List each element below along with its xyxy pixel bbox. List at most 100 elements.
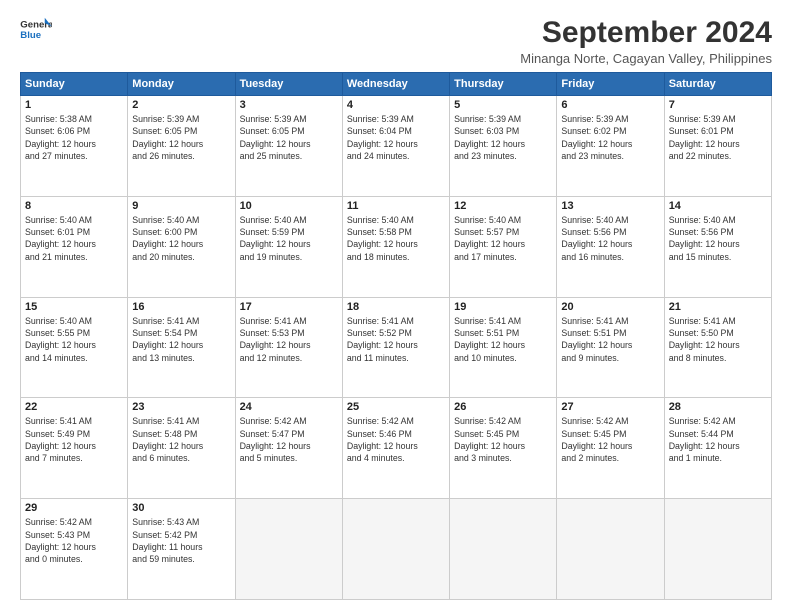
table-row: 19 Sunrise: 5:41 AMSunset: 5:51 PMDayligh… [450, 297, 557, 398]
day-number: 30 [132, 502, 230, 514]
table-row: 17 Sunrise: 5:41 AMSunset: 5:53 PMDayligh… [235, 297, 342, 398]
day-number: 6 [561, 99, 659, 111]
day-number: 17 [240, 301, 338, 313]
table-row [235, 499, 342, 600]
col-sunday: Sunday [21, 73, 128, 96]
table-row: 24 Sunrise: 5:42 AMSunset: 5:47 PMDayligh… [235, 398, 342, 499]
day-info: Sunrise: 5:39 AMSunset: 6:01 PMDaylight:… [669, 113, 767, 162]
table-row: 3 Sunrise: 5:39 AMSunset: 6:05 PMDaylight… [235, 96, 342, 197]
table-row: 1 Sunrise: 5:38 AMSunset: 6:06 PMDaylight… [21, 96, 128, 197]
day-info: Sunrise: 5:41 AMSunset: 5:53 PMDaylight:… [240, 315, 338, 364]
day-info: Sunrise: 5:42 AMSunset: 5:43 PMDaylight:… [25, 516, 123, 565]
day-number: 19 [454, 301, 552, 313]
day-number: 22 [25, 401, 123, 413]
table-row: 16 Sunrise: 5:41 AMSunset: 5:54 PMDayligh… [128, 297, 235, 398]
table-row: 8 Sunrise: 5:40 AMSunset: 6:01 PMDaylight… [21, 196, 128, 297]
table-row: 28 Sunrise: 5:42 AMSunset: 5:44 PMDayligh… [664, 398, 771, 499]
day-number: 3 [240, 99, 338, 111]
title-block: September 2024 Minanga Norte, Cagayan Va… [520, 16, 772, 66]
day-info: Sunrise: 5:43 AMSunset: 5:42 PMDaylight:… [132, 516, 230, 565]
day-number: 2 [132, 99, 230, 111]
table-row: 7 Sunrise: 5:39 AMSunset: 6:01 PMDaylight… [664, 96, 771, 197]
col-tuesday: Tuesday [235, 73, 342, 96]
table-row: 14 Sunrise: 5:40 AMSunset: 5:56 PMDayligh… [664, 196, 771, 297]
table-row: 4 Sunrise: 5:39 AMSunset: 6:04 PMDaylight… [342, 96, 449, 197]
table-row [557, 499, 664, 600]
day-info: Sunrise: 5:39 AMSunset: 6:04 PMDaylight:… [347, 113, 445, 162]
col-wednesday: Wednesday [342, 73, 449, 96]
day-info: Sunrise: 5:39 AMSunset: 6:05 PMDaylight:… [132, 113, 230, 162]
day-number: 7 [669, 99, 767, 111]
table-row: 13Sunrise: 5:40 AMSunset: 5:56 PMDayligh… [557, 196, 664, 297]
table-row [450, 499, 557, 600]
day-number: 11 [347, 200, 445, 212]
col-monday: Monday [128, 73, 235, 96]
day-info: Sunrise: 5:42 AMSunset: 5:44 PMDaylight:… [669, 415, 767, 464]
day-number: 10 [240, 200, 338, 212]
day-info: Sunrise: 5:41 AMSunset: 5:51 PMDaylight:… [454, 315, 552, 364]
table-row: 15 Sunrise: 5:40 AMSunset: 5:55 PMDayligh… [21, 297, 128, 398]
calendar-header-row: Sunday Monday Tuesday Wednesday Thursday… [21, 73, 772, 96]
col-thursday: Thursday [450, 73, 557, 96]
day-info: Sunrise: 5:42 AMSunset: 5:47 PMDaylight:… [240, 415, 338, 464]
table-row: 6Sunrise: 5:39 AMSunset: 6:02 PMDaylight… [557, 96, 664, 197]
day-info: Sunrise: 5:40 AMSunset: 6:01 PMDaylight:… [25, 214, 123, 263]
day-number: 1 [25, 99, 123, 111]
day-number: 24 [240, 401, 338, 413]
day-number: 14 [669, 200, 767, 212]
day-number: 8 [25, 200, 123, 212]
day-info: Sunrise: 5:40 AMSunset: 5:56 PMDaylight:… [669, 214, 767, 263]
table-row [342, 499, 449, 600]
table-row: 18 Sunrise: 5:41 AMSunset: 5:52 PMDayligh… [342, 297, 449, 398]
day-info: Sunrise: 5:38 AMSunset: 6:06 PMDaylight:… [25, 113, 123, 162]
table-row: 9Sunrise: 5:40 AMSunset: 6:00 PMDaylight… [128, 196, 235, 297]
table-row [664, 499, 771, 600]
day-info: Sunrise: 5:41 AMSunset: 5:52 PMDaylight:… [347, 315, 445, 364]
header: General Blue September 2024 Minanga Nort… [20, 16, 772, 66]
col-saturday: Saturday [664, 73, 771, 96]
page: General Blue September 2024 Minanga Nort… [0, 0, 792, 612]
subtitle: Minanga Norte, Cagayan Valley, Philippin… [520, 51, 772, 66]
day-number: 13 [561, 200, 659, 212]
main-title: September 2024 [520, 16, 772, 49]
day-info: Sunrise: 5:40 AMSunset: 5:58 PMDaylight:… [347, 214, 445, 263]
day-info: Sunrise: 5:40 AMSunset: 5:57 PMDaylight:… [454, 214, 552, 263]
day-info: Sunrise: 5:41 AMSunset: 5:54 PMDaylight:… [132, 315, 230, 364]
day-info: Sunrise: 5:42 AMSunset: 5:45 PMDaylight:… [454, 415, 552, 464]
logo: General Blue [20, 16, 52, 44]
day-number: 21 [669, 301, 767, 313]
day-number: 29 [25, 502, 123, 514]
table-row: 22Sunrise: 5:41 AMSunset: 5:49 PMDayligh… [21, 398, 128, 499]
day-number: 20 [561, 301, 659, 313]
day-number: 9 [132, 200, 230, 212]
table-row: 30 Sunrise: 5:43 AMSunset: 5:42 PMDayligh… [128, 499, 235, 600]
day-number: 4 [347, 99, 445, 111]
day-info: Sunrise: 5:40 AMSunset: 5:59 PMDaylight:… [240, 214, 338, 263]
day-number: 26 [454, 401, 552, 413]
day-number: 15 [25, 301, 123, 313]
day-info: Sunrise: 5:42 AMSunset: 5:46 PMDaylight:… [347, 415, 445, 464]
table-row: 12 Sunrise: 5:40 AMSunset: 5:57 PMDayligh… [450, 196, 557, 297]
day-number: 27 [561, 401, 659, 413]
table-row: 2 Sunrise: 5:39 AMSunset: 6:05 PMDaylight… [128, 96, 235, 197]
table-row: 26 Sunrise: 5:42 AMSunset: 5:45 PMDayligh… [450, 398, 557, 499]
table-row: 5 Sunrise: 5:39 AMSunset: 6:03 PMDaylight… [450, 96, 557, 197]
table-row: 27 Sunrise: 5:42 AMSunset: 5:45 PMDayligh… [557, 398, 664, 499]
svg-text:Blue: Blue [20, 30, 41, 41]
day-number: 18 [347, 301, 445, 313]
logo-icon: General Blue [20, 16, 52, 44]
day-info: Sunrise: 5:39 AMSunset: 6:03 PMDaylight:… [454, 113, 552, 162]
day-number: 16 [132, 301, 230, 313]
day-number: 25 [347, 401, 445, 413]
day-info: Sunrise: 5:42 AMSunset: 5:45 PMDaylight:… [561, 415, 659, 464]
table-row: 25 Sunrise: 5:42 AMSunset: 5:46 PMDayligh… [342, 398, 449, 499]
day-number: 5 [454, 99, 552, 111]
day-number: 12 [454, 200, 552, 212]
day-info: Sunrise: 5:40 AMSunset: 5:55 PMDaylight:… [25, 315, 123, 364]
table-row: 23Sunrise: 5:41 AMSunset: 5:48 PMDayligh… [128, 398, 235, 499]
day-info: Sunrise: 5:39 AMSunset: 6:05 PMDaylight:… [240, 113, 338, 162]
calendar-table: Sunday Monday Tuesday Wednesday Thursday… [20, 72, 772, 600]
table-row: 21Sunrise: 5:41 AMSunset: 5:50 PMDayligh… [664, 297, 771, 398]
day-number: 28 [669, 401, 767, 413]
day-info: Sunrise: 5:41 AMSunset: 5:51 PMDaylight:… [561, 315, 659, 364]
